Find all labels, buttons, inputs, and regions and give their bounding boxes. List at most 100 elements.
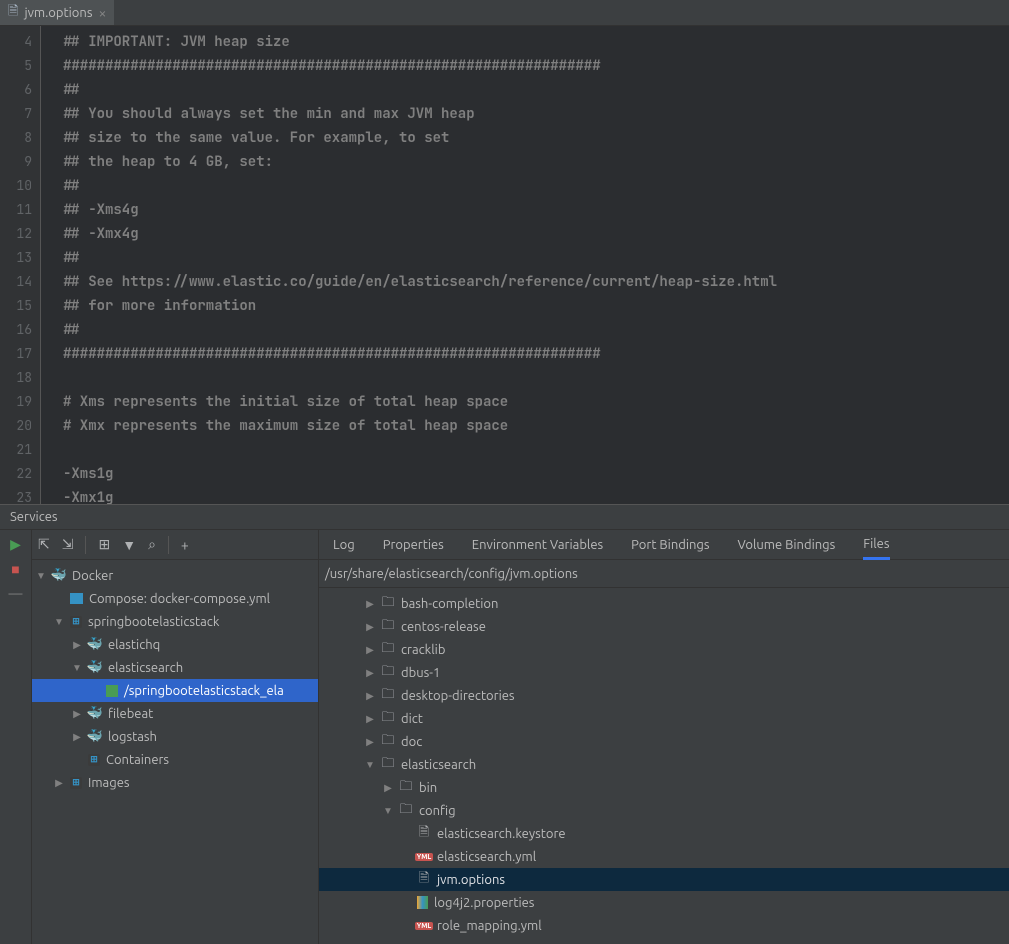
- tree-row[interactable]: ▶🐳elastichq: [32, 633, 318, 656]
- tree-label: bin: [419, 781, 437, 795]
- tree-row[interactable]: ▼🗀config: [319, 799, 1009, 822]
- tree-row[interactable]: ▶🗀centos-release: [319, 615, 1009, 638]
- services-panel-header[interactable]: Services: [0, 504, 1009, 530]
- tree-label: bash-completion: [401, 597, 498, 611]
- tree-row[interactable]: ▶🗀cracklib: [319, 638, 1009, 661]
- service-icon: ⊞: [88, 754, 100, 766]
- tree-row[interactable]: 🗎elasticsearch.keystore: [319, 822, 1009, 845]
- line-number: 6: [0, 78, 32, 102]
- tree-row[interactable]: ▶🗀doc: [319, 730, 1009, 753]
- close-tab-icon[interactable]: ×: [98, 5, 106, 21]
- add-icon[interactable]: +: [181, 537, 189, 553]
- tree-row[interactable]: ▼🗀elasticsearch: [319, 753, 1009, 776]
- tree-row[interactable]: ▶🐳logstash: [32, 725, 318, 748]
- file-path: /usr/share/elasticsearch/config/jvm.opti…: [319, 560, 1009, 588]
- tree-toggle-icon[interactable]: ▶: [365, 713, 375, 725]
- tree-row[interactable]: ▶ 🗀 bin: [319, 776, 1009, 799]
- services-tree-toolbar: ⇱ ⇲ ⊞ ▼ ⌕ +: [32, 530, 318, 560]
- tree-toggle-icon[interactable]: ▶: [54, 777, 64, 789]
- tree-toggle-icon[interactable]: ▶: [365, 598, 375, 610]
- tree-toggle-icon[interactable]: ▶: [72, 708, 82, 720]
- filter-icon[interactable]: ▼: [122, 537, 136, 553]
- fld-icon: 🗀: [381, 712, 395, 726]
- tree-label: elasticsearch: [401, 758, 476, 772]
- tab-title: jvm.options: [24, 6, 92, 20]
- code-line: ## -Xms4g: [47, 198, 1009, 222]
- collapse-all-icon[interactable]: ⇲: [62, 536, 74, 553]
- code-line: ########################################…: [47, 342, 1009, 366]
- detail-tab-files[interactable]: Files: [863, 531, 889, 560]
- proc-icon: 🐳: [88, 707, 102, 721]
- tree-toggle-icon[interactable]: ▶: [72, 639, 82, 651]
- detail-tab-port-bindings[interactable]: Port Bindings: [631, 530, 709, 559]
- tree-row[interactable]: YMLelasticsearch.yml: [319, 845, 1009, 868]
- service-icon: ⊞: [70, 777, 82, 789]
- fld-icon: 🗀: [381, 597, 395, 611]
- tree-toggle-icon[interactable]: ▼: [54, 616, 64, 628]
- tree-label: elasticsearch.keystore: [437, 827, 566, 841]
- line-number: 14: [0, 270, 32, 294]
- code-line: ##: [47, 174, 1009, 198]
- tree-toggle-icon[interactable]: ▼: [72, 662, 82, 674]
- tree-row[interactable]: ▶⊞Images: [32, 771, 318, 794]
- detail-tab-environment-variables[interactable]: Environment Variables: [472, 530, 603, 559]
- tree-row[interactable]: ▼🐳elasticsearch: [32, 656, 318, 679]
- tree-toggle-icon[interactable]: ▶: [365, 621, 375, 633]
- services-tree[interactable]: ▼🐳DockerCompose: docker-compose.yml▼⊞spr…: [32, 560, 318, 944]
- run-icon[interactable]: ▶: [6, 536, 26, 553]
- tree-toggle-icon[interactable]: ▶: [72, 731, 82, 743]
- expand-all-icon[interactable]: ⇱: [38, 536, 50, 553]
- tree-row[interactable]: 🗎jvm.options: [319, 868, 1009, 891]
- line-number: 12: [0, 222, 32, 246]
- detail-tab-properties[interactable]: Properties: [383, 530, 444, 559]
- tree-row[interactable]: YMLrole_mapping.yml: [319, 914, 1009, 937]
- editor-area: 4567891011121314151617181920212223 ## IM…: [0, 26, 1009, 504]
- code-line: ## for more information: [47, 294, 1009, 318]
- fld-icon: 🗀: [399, 781, 413, 795]
- detail-tab-log[interactable]: Log: [333, 530, 355, 559]
- code-line: -Xmx1g: [47, 486, 1009, 504]
- whale-icon: 🐳: [52, 569, 66, 583]
- tree-row[interactable]: ▶🗀desktop-directories: [319, 684, 1009, 707]
- stop-icon[interactable]: ■: [6, 561, 26, 577]
- editor-tab[interactable]: 🗎 jvm.options ×: [0, 0, 114, 25]
- code-line: ########################################…: [47, 54, 1009, 78]
- tree-row[interactable]: ▶🗀dbus-1: [319, 661, 1009, 684]
- detail-tab-volume-bindings[interactable]: Volume Bindings: [738, 530, 836, 559]
- tree-toggle-icon[interactable]: ▶: [365, 690, 375, 702]
- service-icon: ⊞: [70, 616, 82, 628]
- services-vertical-toolbar: ▶ ■ —: [0, 530, 32, 944]
- tree-label: dbus-1: [401, 666, 440, 680]
- find-icon[interactable]: ⌕: [148, 536, 156, 553]
- tree-row[interactable]: ▶ 🗀 dict: [319, 707, 1009, 730]
- group-icon[interactable]: ⊞: [98, 536, 110, 553]
- tree-toggle-icon[interactable]: ▶: [383, 782, 393, 794]
- code-content[interactable]: ## IMPORTANT: JVM heap size#############…: [40, 26, 1009, 504]
- tree-row[interactable]: /springbootelasticstack_ela: [32, 679, 318, 702]
- tree-row[interactable]: log4j2.properties: [319, 891, 1009, 914]
- line-number: 23: [0, 486, 32, 504]
- tree-row[interactable]: ▼ ⊞ springbootelasticstack: [32, 610, 318, 633]
- tree-label: dict: [401, 712, 423, 726]
- tree-toggle-icon[interactable]: ▼: [365, 759, 375, 771]
- tree-toggle-icon[interactable]: ▶: [365, 736, 375, 748]
- tree-toggle-icon[interactable]: ▶: [365, 667, 375, 679]
- tree-toggle-icon[interactable]: ▶: [365, 644, 375, 656]
- remote-file-tree[interactable]: ▶🗀bash-completion▶🗀centos-release▶🗀crack…: [319, 588, 1009, 944]
- services-panel: ▶ ■ — ⇱ ⇲ ⊞ ▼ ⌕ + ▼🐳DockerCompose: docke…: [0, 530, 1009, 944]
- cont-icon: [106, 685, 118, 697]
- line-number: 22: [0, 462, 32, 486]
- fld-icon: 🗀: [381, 643, 395, 657]
- minimize-icon[interactable]: —: [6, 585, 26, 601]
- tree-row[interactable]: ▼🐳Docker: [32, 564, 318, 587]
- tree-toggle-icon[interactable]: ▼: [383, 805, 393, 817]
- tree-row[interactable]: ⊞Containers: [32, 748, 318, 771]
- tree-label: springbootelasticstack: [88, 615, 219, 629]
- tree-row[interactable]: ▶ 🗀 bash-completion: [319, 592, 1009, 615]
- tree-row[interactable]: ▶🐳filebeat: [32, 702, 318, 725]
- tree-label: log4j2.properties: [434, 896, 534, 910]
- tree-toggle-icon[interactable]: ▼: [36, 570, 46, 582]
- tree-row[interactable]: Compose: docker-compose.yml: [32, 587, 318, 610]
- code-line: ##: [47, 246, 1009, 270]
- proc-icon: 🐳: [88, 730, 102, 744]
